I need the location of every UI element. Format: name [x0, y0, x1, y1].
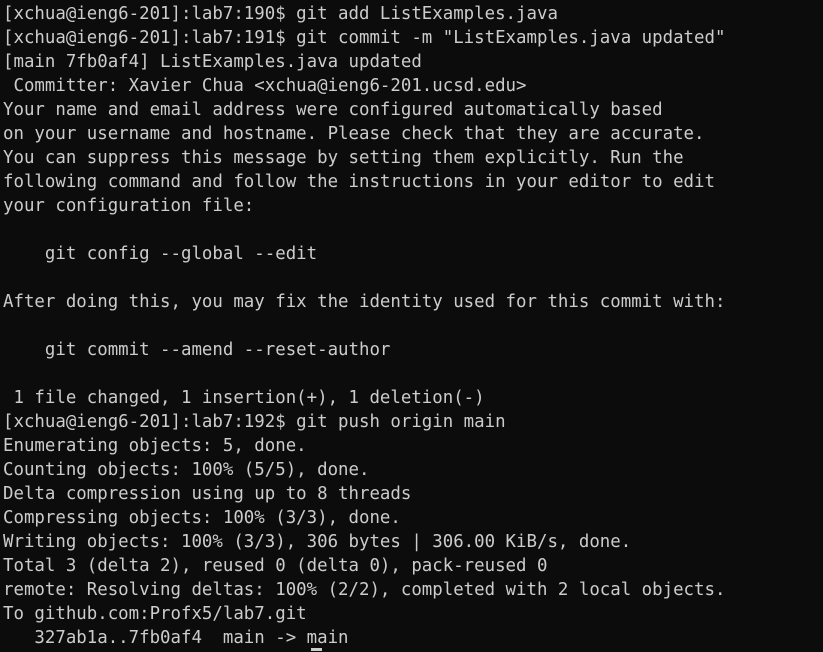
- output-line: You can suppress this message by setting…: [3, 148, 684, 168]
- output-line: git commit --amend --reset-author: [3, 340, 391, 360]
- output-line: Enumerating objects: 5, done.: [3, 436, 307, 456]
- output-line: To github.com:Profx5/lab7.git: [3, 604, 307, 624]
- prompt-line-git-push: [xchua@ieng6-201]:lab7:192$ git push ori…: [3, 412, 506, 432]
- output-line: Compressing objects: 100% (3/3), done.: [3, 508, 401, 528]
- output-line: your configuration file:: [3, 196, 255, 216]
- text-cursor: [311, 648, 322, 651]
- output-line: 1 file changed, 1 insertion(+), 1 deleti…: [3, 388, 485, 408]
- output-line: 327ab1a..7fb0af4 main -> main: [3, 628, 349, 648]
- output-line: Writing objects: 100% (3/3), 306 bytes |…: [3, 532, 632, 552]
- output-line: Your name and email address were configu…: [3, 100, 663, 120]
- prompt-line-git-add: [xchua@ieng6-201]:lab7:190$ git add List…: [3, 4, 558, 24]
- output-line: Counting objects: 100% (5/5), done.: [3, 460, 370, 480]
- output-line: After doing this, you may fix the identi…: [3, 292, 726, 312]
- prompt-line-git-commit: [xchua@ieng6-201]:lab7:191$ git commit -…: [3, 28, 726, 48]
- output-line: Delta compression using up to 8 threads: [3, 484, 412, 504]
- output-line: Committer: Xavier Chua <xchua@ieng6-201.…: [3, 76, 527, 96]
- terminal-window[interactable]: [xchua@ieng6-201]:lab7:190$ git add List…: [0, 0, 823, 652]
- output-line: following command and follow the instruc…: [3, 172, 715, 192]
- output-line: remote: Resolving deltas: 100% (2/2), co…: [3, 580, 726, 600]
- output-line: [main 7fb0af4] ListExamples.java updated: [3, 52, 422, 72]
- output-line: git config --global --edit: [3, 244, 318, 264]
- output-line: Total 3 (delta 2), reused 0 (delta 0), p…: [3, 556, 548, 576]
- output-line: on your username and hostname. Please ch…: [3, 124, 705, 144]
